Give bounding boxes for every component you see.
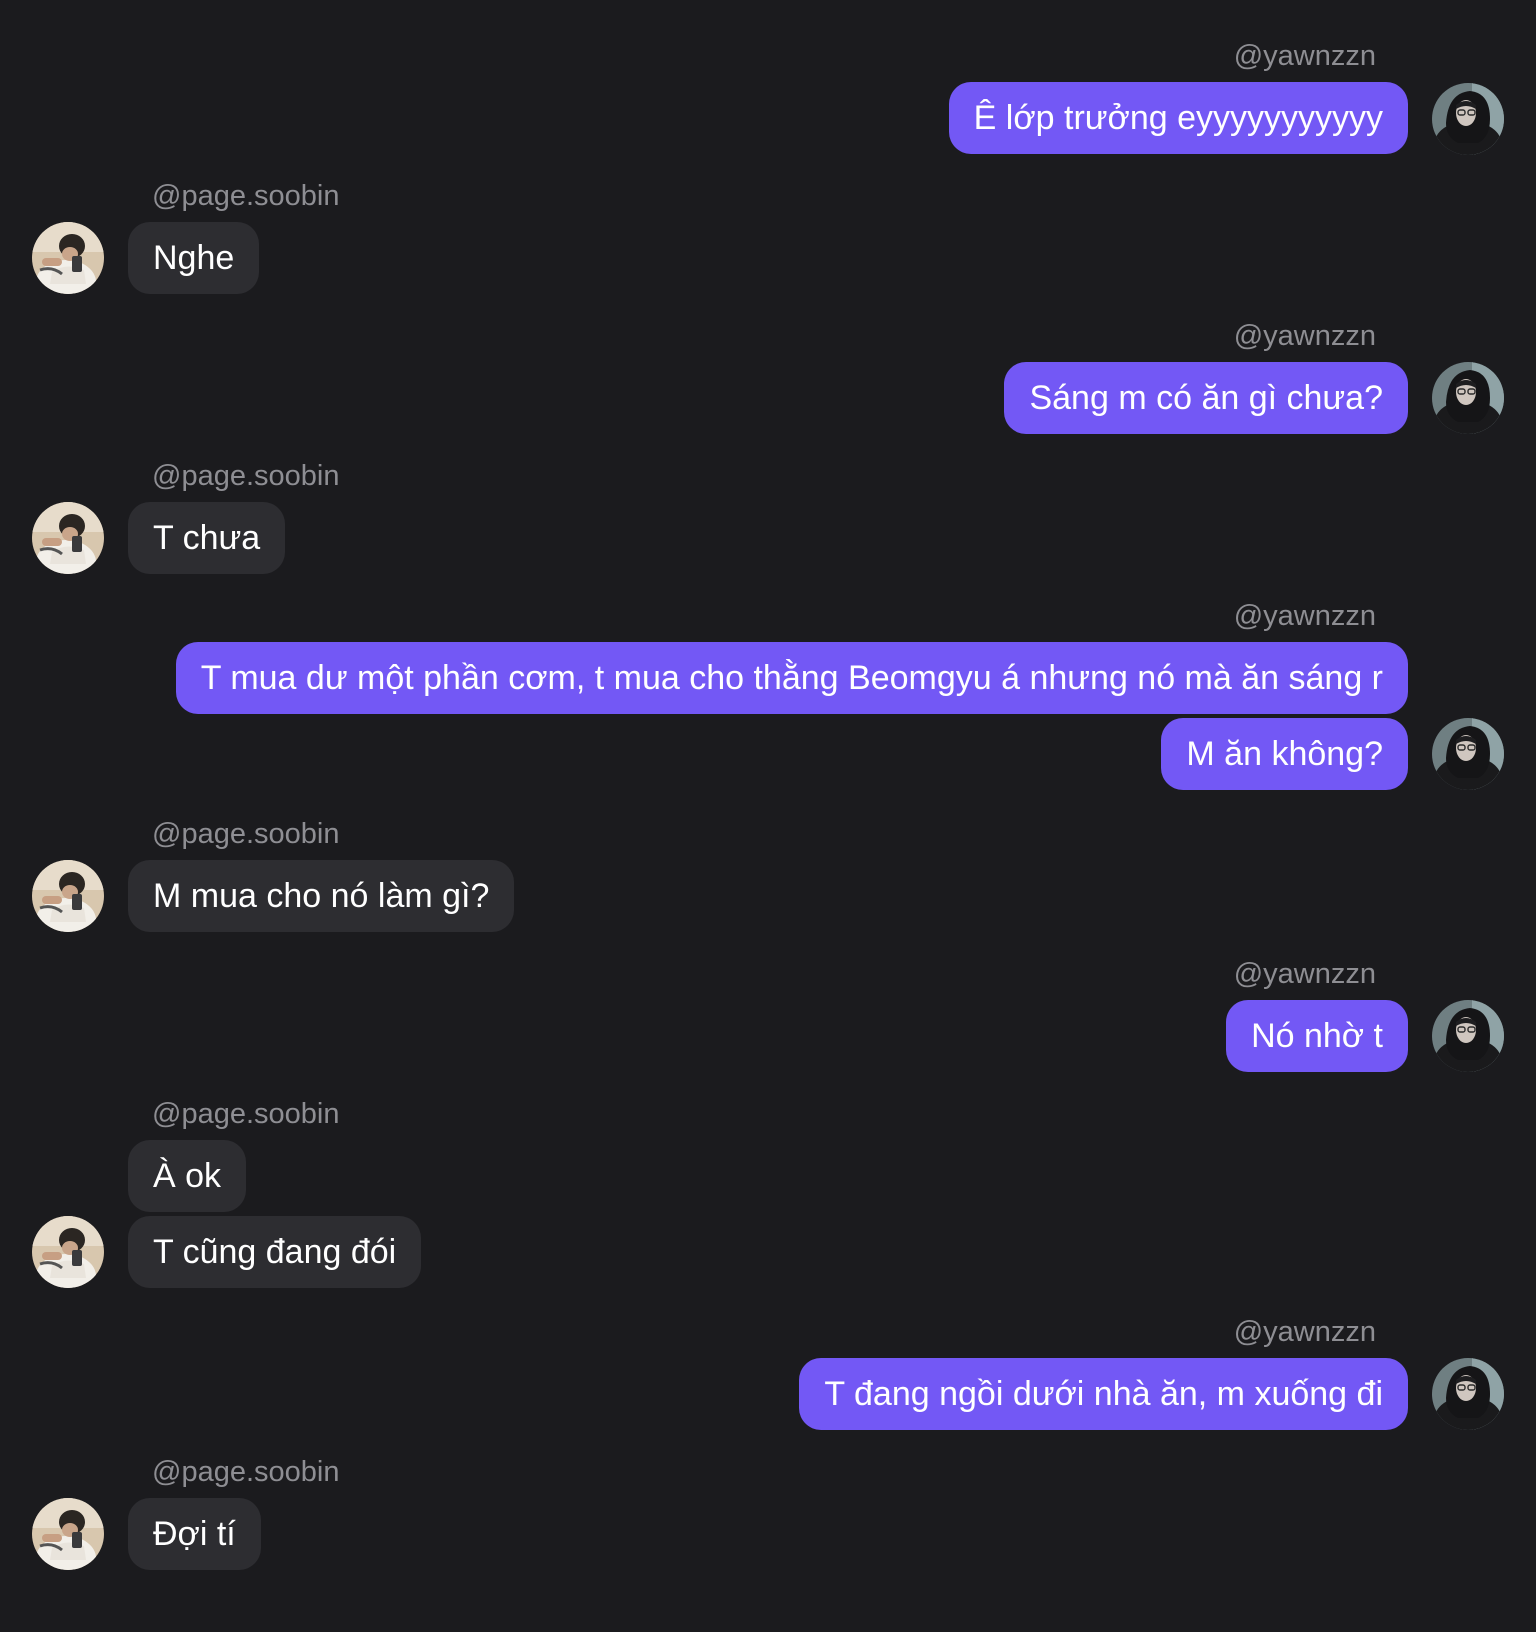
sender-username: @page.soobin xyxy=(152,1456,340,1488)
profile-photo-light-icon[interactable] xyxy=(32,1498,104,1570)
received-message-bubble[interactable]: T cũng đang đói xyxy=(128,1216,422,1288)
sent-message-bubble[interactable]: Ê lớp trưởng eyyyyyyyyyyy xyxy=(948,82,1408,154)
sender-username: @yawnzzn xyxy=(1233,958,1376,990)
sent-message-bubble[interactable]: T đang ngồi dưới nhà ăn, m xuống đi xyxy=(799,1358,1408,1430)
received-message-bubble[interactable]: Nghe xyxy=(128,222,260,294)
profile-photo-dark-hood-icon[interactable] xyxy=(1432,1358,1504,1430)
sender-username: @page.soobin xyxy=(152,818,340,850)
profile-photo-dark-hood-icon[interactable] xyxy=(1432,83,1504,155)
sender-username: @page.soobin xyxy=(152,460,340,492)
sent-message-bubble[interactable]: Nó nhờ t xyxy=(1226,1000,1408,1072)
sender-username: @page.soobin xyxy=(152,1098,340,1130)
profile-photo-light-icon[interactable] xyxy=(32,860,104,932)
profile-photo-light-icon[interactable] xyxy=(32,502,104,574)
received-message-bubble[interactable]: Đợi tí xyxy=(128,1498,261,1570)
sender-username: @yawnzzn xyxy=(1233,600,1376,632)
received-message-bubble[interactable]: M mua cho nó làm gì? xyxy=(128,860,515,932)
sender-username: @page.soobin xyxy=(152,180,340,212)
profile-photo-light-icon[interactable] xyxy=(32,222,104,294)
sender-username: @yawnzzn xyxy=(1233,40,1376,72)
profile-photo-dark-hood-icon[interactable] xyxy=(1432,1000,1504,1072)
profile-photo-dark-hood-icon[interactable] xyxy=(1432,718,1504,790)
sender-username: @yawnzzn xyxy=(1233,1316,1376,1348)
profile-photo-light-icon[interactable] xyxy=(32,1216,104,1288)
sent-message-bubble[interactable]: M ăn không? xyxy=(1161,718,1408,790)
sent-message-bubble[interactable]: Sáng m có ăn gì chưa? xyxy=(1004,362,1408,434)
sent-message-bubble[interactable]: T mua dư một phần cơm, t mua cho thằng B… xyxy=(175,642,1408,714)
sender-username: @yawnzzn xyxy=(1233,320,1376,352)
received-message-bubble[interactable]: T chưa xyxy=(128,502,286,574)
received-message-bubble[interactable]: À ok xyxy=(128,1140,247,1212)
profile-photo-dark-hood-icon[interactable] xyxy=(1432,362,1504,434)
